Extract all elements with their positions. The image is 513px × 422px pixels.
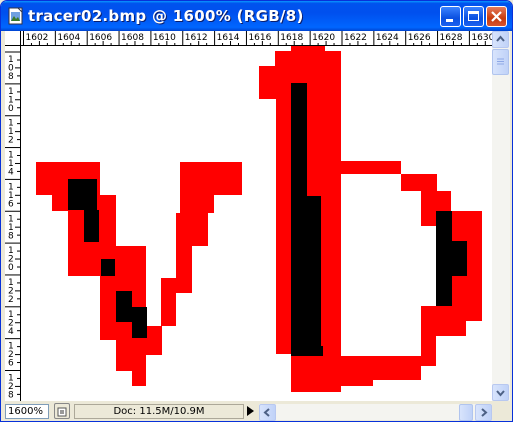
ruler-label: 120: [8, 246, 14, 273]
svg-text:8: 8: [8, 72, 14, 82]
arrow-up-icon: [496, 35, 505, 42]
window-title: tracer02.bmp @ 1600% (RGB/8): [28, 7, 304, 25]
close-button[interactable]: [486, 6, 507, 27]
horizontal-scrollbar[interactable]: [259, 404, 492, 421]
vertical-scroll-thumb[interactable]: [492, 49, 509, 75]
ruler-label: 114: [8, 151, 14, 178]
document-window: tracer02.bmp @ 1600% (RGB/8) 1602 1604 160…: [0, 0, 513, 422]
ruler-label: 1620: [312, 33, 335, 43]
svg-text:6: 6: [8, 199, 14, 209]
status-bar: 1600% Doc: 11.5M/10.9M: [1, 401, 512, 421]
ruler-label: 1616: [248, 33, 271, 43]
ruler-label: 1610: [153, 33, 176, 43]
grip-icon: [497, 58, 504, 65]
ruler-label: 1606: [89, 33, 112, 43]
scroll-right-button[interactable]: [475, 404, 492, 421]
ruler-label: 108: [8, 55, 14, 82]
ruler-label: 124: [8, 310, 14, 337]
svg-text:0: 0: [8, 263, 14, 273]
ruler-label: 1626: [408, 33, 431, 43]
ruler-label: 1618: [280, 33, 303, 43]
svg-text:6: 6: [8, 359, 14, 369]
ruler-label: 1608: [121, 33, 144, 43]
document-icon: [57, 407, 67, 417]
ruler-label: 116: [8, 182, 14, 209]
ruler-label: 126: [8, 342, 14, 369]
ruler-label: 1602: [26, 33, 49, 43]
arrow-down-icon: [496, 390, 505, 397]
svg-text:0: 0: [8, 104, 14, 114]
image-canvas[interactable]: [21, 46, 492, 401]
svg-text:2: 2: [8, 295, 14, 305]
svg-text:4: 4: [8, 327, 14, 337]
bitmap-file-icon: [8, 7, 23, 25]
ruler-label: 128: [8, 374, 14, 401]
arrow-left-icon: [263, 408, 270, 417]
svg-text:8: 8: [8, 231, 14, 241]
scroll-down-button[interactable]: [492, 384, 509, 401]
horizontal-scroll-thumb[interactable]: [459, 404, 473, 421]
horizontal-ruler[interactable]: 1602 1604 1606 1608 1610 1612 1614 1616 1618 1620…: [21, 31, 492, 46]
scroll-up-button[interactable]: [492, 31, 509, 48]
ruler-label: 1630: [471, 33, 492, 43]
minimize-icon: [446, 19, 453, 22]
status-menu-arrow-icon[interactable]: [247, 406, 254, 416]
v-glyph-outline: [36, 162, 242, 386]
vertical-ruler[interactable]: 108 110 112 114 116 118 120 122 124 126 128: [5, 46, 21, 401]
ruler-origin[interactable]: [5, 31, 21, 46]
navigator-button[interactable]: [54, 403, 70, 419]
ruler-label: 1612: [185, 33, 208, 43]
document-size-info: Doc: 11.5M/10.9M: [74, 404, 244, 419]
scroll-left-button[interactable]: [259, 404, 276, 421]
vertical-ruler-scale: 108 110 112 114 116 118 120 122 124 126 128: [5, 51, 20, 401]
close-icon: [491, 11, 502, 22]
svg-text:2: 2: [8, 136, 14, 146]
horizontal-ruler-scale: 1602 1604 1606 1608 1610 1612 1614 1616 1618 1620…: [23, 31, 492, 45]
svg-text:8: 8: [8, 391, 14, 401]
ruler-label: 122: [8, 278, 14, 305]
minimize-button[interactable]: [440, 6, 461, 27]
vertical-scrollbar[interactable]: [492, 31, 510, 401]
arrow-right-icon: [481, 408, 488, 417]
maximize-button[interactable]: [463, 6, 484, 27]
ruler-label: 118: [8, 214, 14, 241]
ruler-label: 1604: [57, 33, 80, 43]
maximize-icon: [468, 11, 479, 21]
pixel-artwork: [36, 46, 482, 392]
ruler-label: 112: [8, 119, 14, 146]
title-bar[interactable]: tracer02.bmp @ 1600% (RGB/8): [1, 1, 512, 31]
ruler-label: 1614: [217, 33, 240, 43]
ruler-label: 110: [8, 87, 14, 114]
ruler-label: 1624: [376, 33, 399, 43]
zoom-level-field[interactable]: 1600%: [5, 404, 49, 419]
ruler-label: 1628: [440, 33, 463, 43]
ruler-label: 1622: [344, 33, 367, 43]
svg-text:4: 4: [8, 168, 14, 178]
